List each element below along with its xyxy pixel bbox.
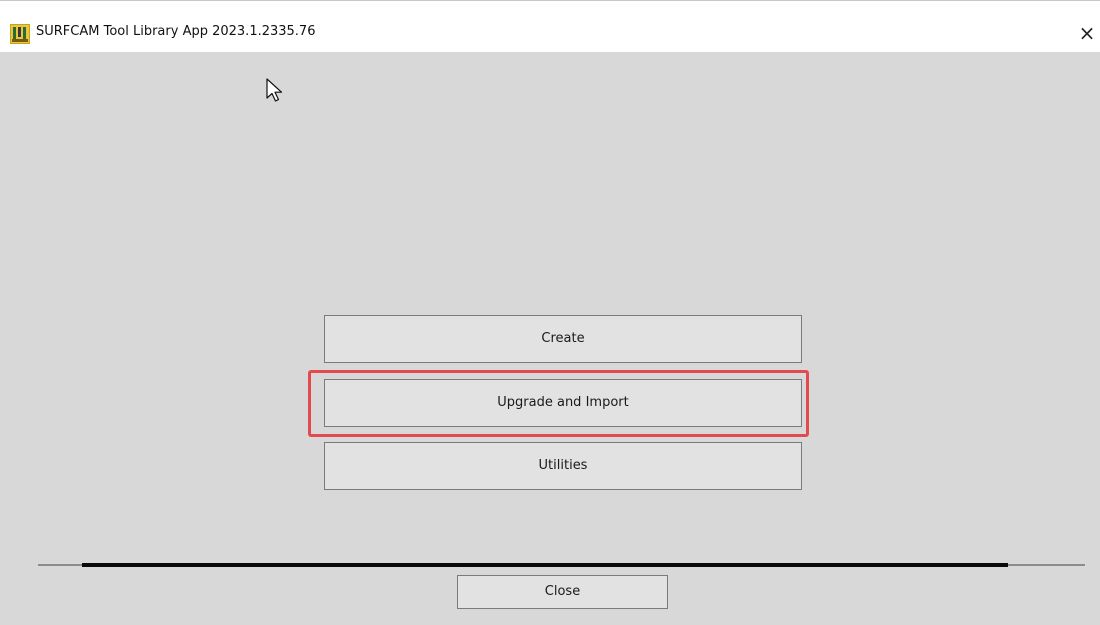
utilities-button[interactable]: Utilities	[324, 442, 802, 490]
window-title: SURFCAM Tool Library App 2023.1.2335.76	[36, 24, 316, 39]
create-button[interactable]: Create	[324, 315, 802, 363]
close-icon[interactable]: ×	[1074, 18, 1100, 48]
title-bar: SURFCAM Tool Library App 2023.1.2335.76 …	[0, 0, 1100, 52]
close-button[interactable]: Close	[457, 575, 668, 609]
footer-separator-bar	[82, 563, 1008, 567]
app-window: SURFCAM Tool Library App 2023.1.2335.76 …	[0, 0, 1100, 625]
upgrade-and-import-button[interactable]: Upgrade and Import	[324, 379, 802, 427]
arrow-cursor-icon	[265, 78, 285, 104]
surfcam-app-icon	[10, 24, 30, 44]
